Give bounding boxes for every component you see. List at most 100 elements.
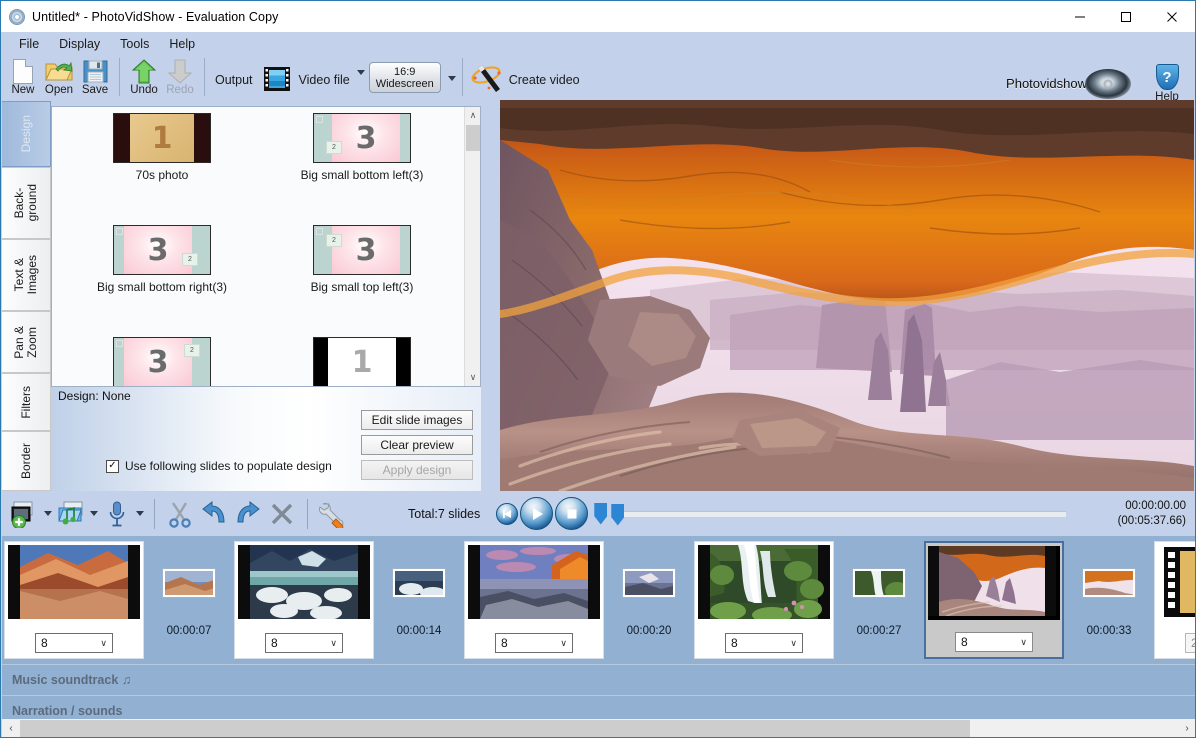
chevron-down-icon: ∨ (100, 637, 107, 648)
playback-controls (496, 497, 608, 530)
slide-duration-dropdown[interactable]: 8 ∨ (35, 633, 113, 653)
undo-timeline-button[interactable] (197, 495, 231, 533)
timecode-display: 00:00:00.00 (00:05:37.66) (1066, 499, 1195, 529)
minimize-button[interactable] (1057, 1, 1103, 32)
magic-wand-icon[interactable] (469, 64, 503, 97)
slide-duration-dropdown[interactable]: 8 ∨ (265, 633, 343, 653)
filmstrip-slide[interactable]: 8 ∨ (694, 541, 834, 659)
filmstrip-slide-video[interactable]: 298.7 ∨ (1154, 541, 1195, 659)
help-button[interactable]: ? Help (1145, 64, 1189, 103)
design-template-list[interactable]: 1 70s photo 3 2 Big small bottom left(3) (52, 107, 464, 386)
edit-slide-images-button[interactable]: Edit slide images (361, 410, 473, 430)
output-format-chevron-down-icon[interactable] (356, 70, 365, 75)
add-photos-button[interactable] (8, 495, 42, 533)
transition-thumbnail (163, 569, 215, 597)
slide-duration-dropdown[interactable]: 298.7 ∨ (1185, 633, 1195, 653)
sidebar-tab-border[interactable]: Border (2, 431, 51, 491)
design-template-item[interactable]: 3 2 (62, 337, 262, 386)
slide-duration-dropdown[interactable]: 8 ∨ (725, 633, 803, 653)
filmstrip-slide[interactable]: 8 ∨ (464, 541, 604, 659)
menu-tools[interactable]: Tools (110, 34, 159, 54)
add-music-button[interactable] (54, 495, 88, 533)
scrollbar-thumb[interactable] (466, 125, 480, 151)
playhead-marker-icon[interactable] (594, 502, 608, 525)
slide-duration-dropdown[interactable]: 8 ∨ (495, 633, 573, 653)
transition-timecode: 00:00:14 (396, 625, 442, 637)
design-template-item[interactable]: 1 (262, 337, 462, 386)
filmstrip-slide[interactable]: 8 ∨ (234, 541, 374, 659)
chevron-down-icon: ∨ (790, 637, 797, 648)
hscrollbar-track[interactable] (20, 720, 1178, 737)
design-template-item[interactable]: 3 2 Big small top left(3) (262, 225, 462, 337)
slide-filmstrip[interactable]: 8 ∨ 00:00:07 8 ∨ 00:00:14 8 ∨ 00:00:20 8… (2, 536, 1195, 664)
filmstrip-transition[interactable]: 00:00:33 (1066, 541, 1152, 659)
film-reel-icon (1085, 68, 1131, 99)
scroll-right-arrow-icon[interactable]: › (1178, 719, 1195, 737)
design-template-item[interactable]: 1 70s photo (62, 113, 262, 225)
app-logo-icon (9, 8, 25, 25)
populate-design-checkbox-row[interactable]: ✓ Use following slides to populate desig… (106, 459, 332, 473)
populate-design-checkbox-label: Use following slides to populate design (125, 459, 332, 473)
scroll-up-arrow-icon[interactable]: ∧ (465, 107, 481, 124)
stop-button[interactable] (555, 497, 589, 530)
menu-help[interactable]: Help (159, 34, 205, 54)
populate-design-checkbox[interactable]: ✓ (106, 459, 119, 473)
timeline-toolbar-separator-1 (154, 498, 155, 529)
add-music-chevron-down-icon[interactable] (88, 511, 100, 516)
clear-preview-button[interactable]: Clear preview (361, 435, 473, 455)
close-button[interactable] (1149, 1, 1195, 32)
maximize-button[interactable] (1103, 1, 1149, 32)
rewind-to-start-button[interactable] (496, 502, 519, 525)
slide-duration-dropdown[interactable]: 8 ∨ (955, 632, 1033, 652)
timeline-horizontal-scrollbar[interactable]: ‹ › (2, 719, 1195, 737)
sidebar-tab-pan-zoom[interactable]: Pan & Zoom (2, 311, 51, 373)
filmstrip-transition[interactable]: 00:00:07 (146, 541, 232, 659)
sidebar-tab-filters[interactable]: Filters (2, 373, 51, 431)
aspect-ratio-button[interactable]: 16:9 Widescreen (368, 62, 441, 93)
create-video-label[interactable]: Create video (509, 73, 580, 87)
design-template-item[interactable]: 3 2 Big small bottom left(3) (262, 113, 462, 225)
brand-area: Photovidshow ? Help (1006, 56, 1195, 103)
filmstrip-slide-selected[interactable]: 8 ∨ (924, 541, 1064, 659)
sidebar-tab-design[interactable]: Design (2, 101, 51, 167)
slide-preview[interactable] (500, 100, 1194, 491)
save-button[interactable]: Save (77, 56, 113, 101)
filmstrip-slide[interactable]: 8 ∨ (4, 541, 144, 659)
menu-display[interactable]: Display (49, 34, 110, 54)
undo-button[interactable]: Undo (126, 56, 162, 101)
apply-design-button[interactable]: Apply design (361, 460, 473, 480)
cut-button[interactable] (163, 495, 197, 533)
music-soundtrack-track[interactable]: Music soundtrack ♫ (2, 664, 1195, 695)
record-narration-chevron-down-icon[interactable] (134, 511, 146, 516)
film-strip-icon[interactable] (263, 65, 291, 96)
rewind-to-start-icon (503, 509, 512, 518)
add-photos-chevron-down-icon[interactable] (42, 511, 54, 516)
design-panel-scrollbar[interactable]: ∧ ∨ (464, 107, 480, 386)
open-button-label: Open (44, 84, 74, 96)
new-button[interactable]: New (5, 56, 41, 101)
record-narration-button[interactable] (100, 495, 134, 533)
slide-thumbnail-seashore (468, 545, 600, 619)
scroll-down-arrow-icon[interactable]: ∨ (465, 369, 481, 386)
filmstrip-transition[interactable]: 00:00:20 (606, 541, 692, 659)
aspect-ratio-value: 16:9 (394, 65, 416, 78)
hscrollbar-thumb[interactable] (20, 720, 970, 737)
sidebar-tab-text-images[interactable]: Text & Images (2, 239, 51, 311)
filmstrip-transition[interactable]: 00:00:14 (376, 541, 462, 659)
sidebar-tab-background[interactable]: Back- ground (2, 167, 51, 239)
filmstrip-transition[interactable]: 00:00:27 (836, 541, 922, 659)
aspect-chevron-down-icon[interactable] (447, 76, 456, 81)
output-format-label[interactable]: Video file (299, 73, 350, 87)
delete-button[interactable] (265, 495, 299, 533)
redo-timeline-button[interactable] (231, 495, 265, 533)
scroll-left-arrow-icon[interactable]: ‹ (2, 719, 20, 737)
settings-button[interactable] (316, 495, 350, 533)
design-template-item[interactable]: 3 2 Big small bottom right(3) (62, 225, 262, 337)
slide-duration-value: 8 (271, 636, 278, 650)
open-button[interactable]: Open (41, 56, 77, 101)
menu-file[interactable]: File (9, 34, 49, 54)
play-button[interactable] (520, 497, 554, 530)
seek-handle[interactable] (611, 503, 625, 526)
preview-seek-bar[interactable] (611, 503, 1066, 526)
redo-button[interactable]: Redo (162, 56, 198, 101)
